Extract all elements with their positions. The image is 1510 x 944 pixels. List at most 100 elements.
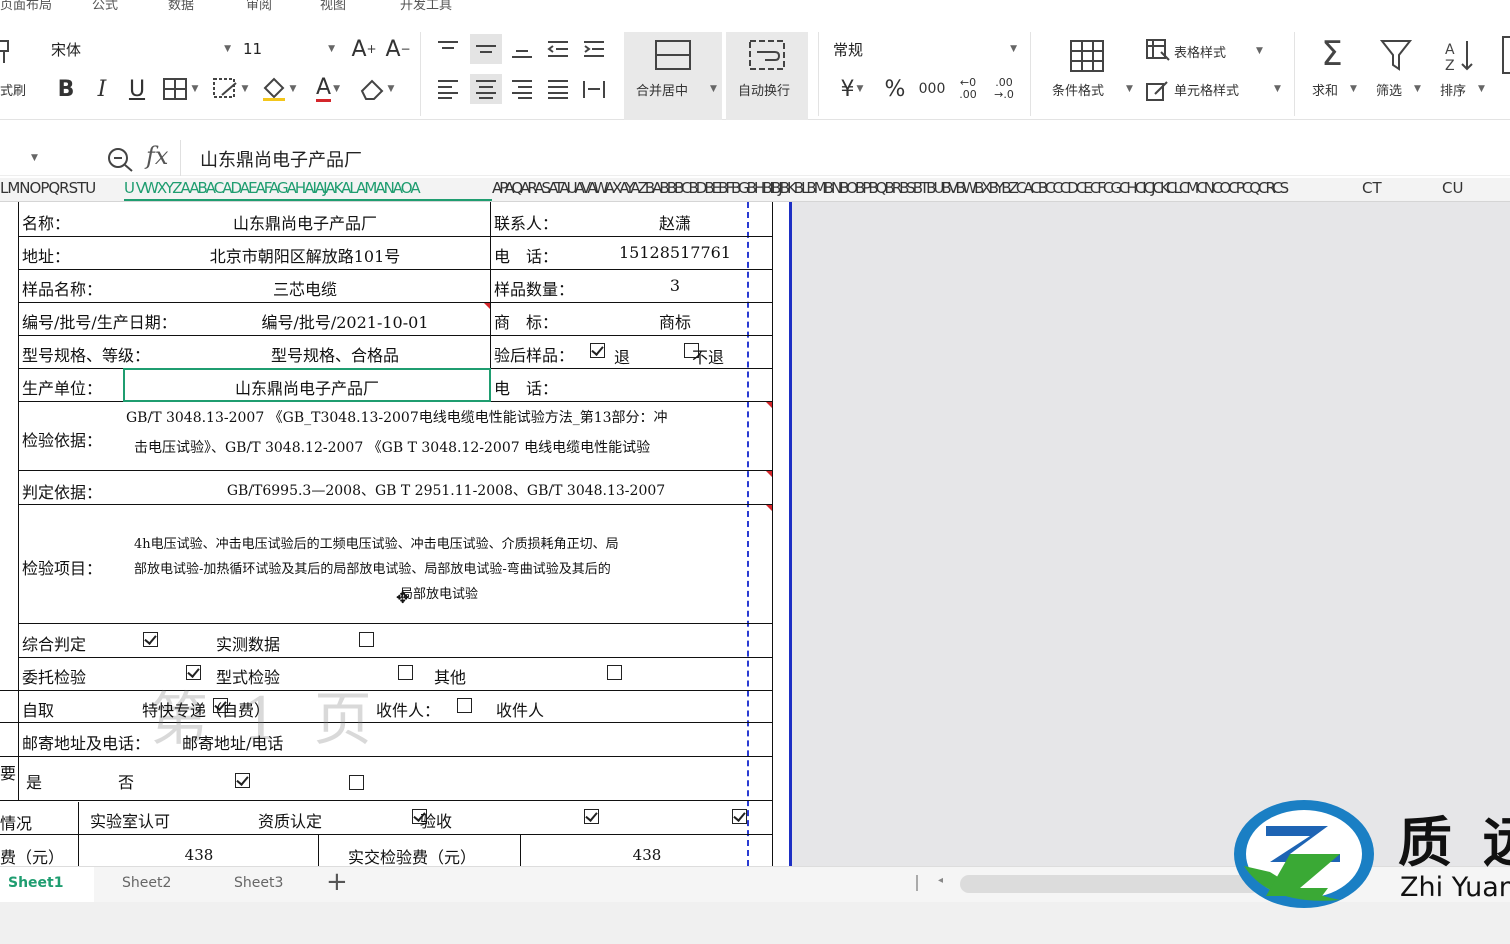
return-checkbox[interactable]: [590, 343, 605, 358]
eraser-icon[interactable]: ▼: [354, 74, 398, 104]
align-top-icon[interactable]: [434, 34, 462, 64]
items-line-3[interactable]: 局部放电试验: [400, 583, 478, 602]
yes-checkbox[interactable]: [234, 773, 250, 788]
sheet-grid[interactable]: 名称： 山东鼎尚电子产品厂 联系人： 赵潇 地址： 北京市朝阳区解放路101号 …: [0, 202, 1510, 866]
table-style-label[interactable]: 表格样式: [1174, 42, 1226, 61]
cell-format-icon[interactable]: ▼: [208, 74, 252, 104]
menu-tab-developer[interactable]: 开发工具: [400, 0, 452, 13]
zoom-icon[interactable]: [106, 146, 134, 172]
merge-center-button[interactable]: [624, 32, 722, 120]
measured-checkbox[interactable]: [359, 632, 375, 647]
fill-color-icon[interactable]: ▼: [256, 74, 300, 104]
align-left-icon[interactable]: [434, 74, 462, 104]
italic-icon[interactable]: I: [88, 74, 116, 104]
address-value[interactable]: 北京市朝阳区解放路101号: [120, 243, 490, 267]
contact-value[interactable]: 赵潇: [600, 210, 750, 234]
fill-icon[interactable]: [1502, 36, 1510, 74]
justify-icon[interactable]: [544, 74, 572, 104]
sum-label[interactable]: 求和: [1312, 80, 1338, 99]
conditional-format-label[interactable]: 条件格式: [1052, 80, 1104, 99]
express-checkbox[interactable]: [456, 698, 472, 713]
fee-value[interactable]: 438: [80, 846, 318, 864]
scroll-left-icon[interactable]: ◂: [938, 875, 943, 886]
sample-name-label: 样品名称：: [22, 280, 103, 299]
align-middle-icon[interactable]: [470, 34, 502, 64]
table-style-icon[interactable]: [1144, 36, 1172, 64]
add-sheet-icon[interactable]: +: [326, 867, 348, 897]
mail-value[interactable]: 邮寄地址/电话: [182, 730, 283, 754]
horizontal-scrollbar[interactable]: [960, 875, 1260, 893]
cell-style-icon[interactable]: [1144, 76, 1172, 104]
decrease-font-icon[interactable]: A −: [384, 34, 412, 64]
items-line-2[interactable]: 部放电试验-加热循环试验及其后的局部放电试验、局部放电试验-弯曲试验及其后的: [134, 558, 764, 577]
menu-tab-review[interactable]: 审阅: [246, 0, 272, 13]
judge-value[interactable]: GB/T6995.3—2008、GB T 2951.11-2008、GB/T 3…: [120, 480, 772, 500]
menu-tab-page-layout[interactable]: 页面布局: [0, 0, 52, 13]
underline-icon[interactable]: U: [122, 74, 152, 104]
items-line-1[interactable]: 4h电压试验、冲击电压试验后的工频电压试验、冲击电压试验、介质损耗角正切、局: [134, 533, 764, 552]
phone-value[interactable]: 15128517761: [600, 243, 750, 262]
split-handle-icon[interactable]: [916, 875, 918, 891]
column-letters-selected[interactable]: U VWXYZAABACADAEAFAGAHAIAJAKALAMANAOA: [124, 179, 492, 201]
bold-icon[interactable]: B: [52, 74, 80, 104]
type-checkbox[interactable]: [398, 665, 414, 680]
sheet-tab-1[interactable]: Sheet1: [8, 875, 63, 891]
basis-line-2[interactable]: 击电压试验》、GB/T 3048.12-2007 《GB T 3048.12-2…: [134, 437, 764, 457]
fx-icon[interactable]: fx: [146, 142, 168, 170]
menu-tab-formulas[interactable]: 公式: [92, 0, 118, 13]
name-value[interactable]: 山东鼎尚电子产品厂: [120, 210, 490, 234]
currency-icon[interactable]: ¥ ▼: [830, 74, 874, 104]
column-letters-left[interactable]: LMNOPQRSTU: [0, 179, 96, 197]
border-icon[interactable]: ▼: [158, 74, 202, 104]
sort-icon[interactable]: AZ: [1440, 36, 1480, 74]
thousands-icon[interactable]: 000: [916, 74, 948, 104]
menu-tab-data[interactable]: 数据: [168, 0, 194, 13]
percent-icon[interactable]: %: [880, 74, 910, 104]
overall-checkbox[interactable]: [143, 632, 159, 647]
cell-style-label[interactable]: 单元格样式: [1174, 80, 1239, 99]
receiver-value[interactable]: 收件人: [496, 697, 544, 721]
sheet-tab-3[interactable]: Sheet3: [234, 875, 283, 891]
increase-decimal-icon[interactable]: ←0 .00: [952, 74, 984, 104]
sample-qty-value[interactable]: 3: [600, 276, 750, 295]
filter-label[interactable]: 筛选: [1376, 80, 1402, 99]
accept-checkbox[interactable]: [732, 809, 748, 824]
format-painter-icon[interactable]: [0, 36, 14, 66]
indent-increase-icon[interactable]: [580, 34, 608, 64]
qual-checkbox[interactable]: [584, 809, 600, 824]
no-checkbox[interactable]: [348, 775, 364, 790]
sum-icon[interactable]: Σ: [1312, 34, 1352, 74]
increase-font-icon[interactable]: A +: [350, 34, 378, 64]
model-value[interactable]: 型号规格、合格品: [180, 342, 490, 366]
producer-value[interactable]: 山东鼎尚电子产品厂: [124, 375, 490, 399]
filter-icon[interactable]: [1376, 36, 1416, 74]
decrease-decimal-icon[interactable]: .00 →.0: [988, 74, 1020, 104]
indent-decrease-icon[interactable]: [544, 34, 572, 64]
sample-name-value[interactable]: 三芯电缆: [120, 276, 490, 300]
other-checkbox[interactable]: [606, 665, 622, 680]
actual-fee-value[interactable]: 438: [522, 846, 772, 864]
distributed-icon[interactable]: [580, 74, 608, 104]
conditional-format-icon[interactable]: [1064, 36, 1110, 76]
format-painter-label: 式刷: [0, 84, 27, 99]
column-ct[interactable]: CT: [1362, 179, 1382, 197]
font-color-icon[interactable]: A ▼: [306, 74, 350, 104]
producer-phone-label: 电 话：: [494, 379, 559, 398]
number-format-select[interactable]: 常规 ▼: [828, 34, 1024, 64]
column-letters-right[interactable]: APAQARASATAUAVAWAXAYAZBABBBCBDBEBFBGBHBI…: [492, 179, 1334, 197]
wrap-text-button[interactable]: [726, 32, 808, 120]
brand-value[interactable]: 商标: [600, 309, 750, 333]
sheet-tab-2[interactable]: Sheet2: [122, 875, 171, 891]
menu-tab-view[interactable]: 视图: [320, 0, 346, 13]
batch-value[interactable]: 编号/批号/2021-10-01: [200, 309, 490, 333]
align-bottom-icon[interactable]: [508, 34, 536, 64]
font-name-select[interactable]: 宋体 ▼: [46, 34, 236, 64]
basis-line-1[interactable]: GB/T 3048.13-2007 《GB_T3048.13-2007电线电缆电…: [126, 407, 766, 427]
font-size-select[interactable]: 11 ▼: [238, 34, 340, 64]
formula-input[interactable]: 山东鼎尚电子产品厂: [200, 146, 362, 172]
align-center-icon[interactable]: [470, 74, 502, 104]
sort-label[interactable]: 排序: [1440, 80, 1466, 99]
name-box[interactable]: ▼: [0, 144, 40, 172]
align-right-icon[interactable]: [508, 74, 536, 104]
column-cu[interactable]: CU: [1442, 179, 1463, 197]
